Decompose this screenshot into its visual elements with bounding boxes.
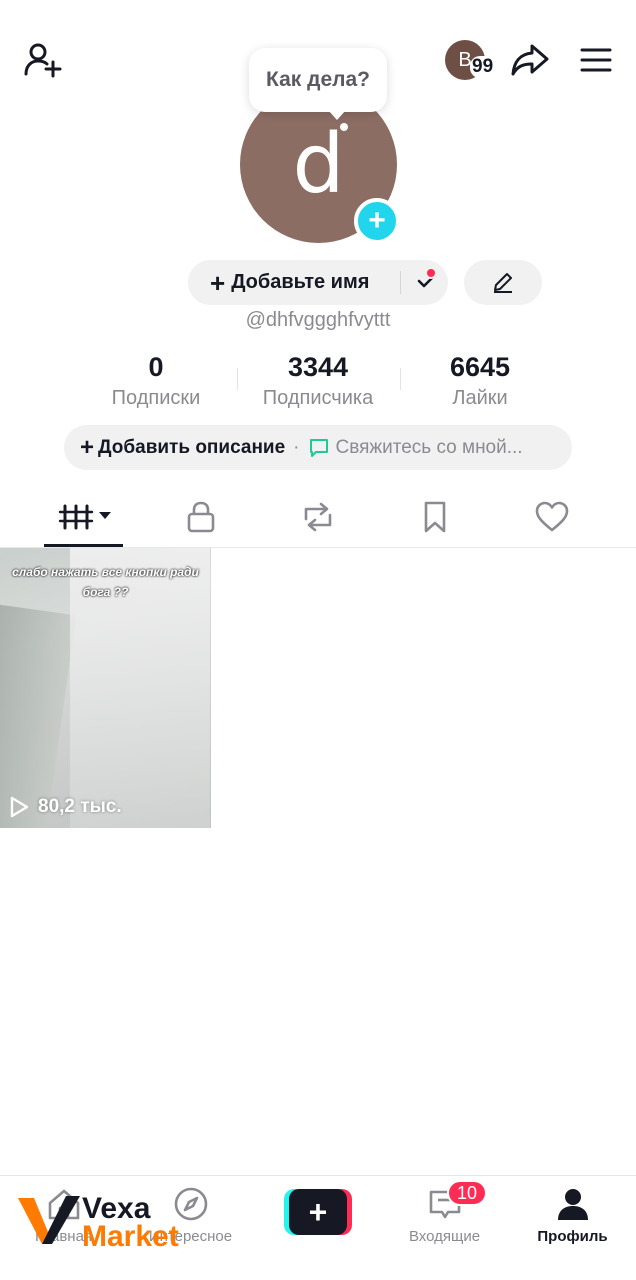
chat-bubble-icon <box>309 438 328 457</box>
lock-icon <box>187 501 215 533</box>
hamburger-menu-icon <box>580 48 612 72</box>
create-video-button[interactable]: + <box>284 1189 352 1235</box>
grid-icon <box>58 504 111 530</box>
stat-followers-label: Подписчика <box>262 387 374 409</box>
nav-inbox[interactable]: Входящие <box>381 1186 508 1245</box>
menu-button[interactable] <box>572 38 620 82</box>
add-name-label: Добавьте имя <box>231 271 370 293</box>
profile-tabs <box>0 488 636 548</box>
plus-icon: + <box>289 1189 347 1235</box>
story-count-badge: 99 <box>470 56 496 78</box>
nav-profile[interactable]: Профиль <box>509 1186 636 1245</box>
bio-row: + Добавить описание · Свяжитесь со мной.… <box>64 425 572 470</box>
add-story-button[interactable]: + <box>354 198 400 244</box>
video-caption: слабо нажать все кнопки ради бога ?? <box>12 565 199 599</box>
heart-icon <box>535 501 569 532</box>
stat-likes-value: 6645 <box>449 352 511 382</box>
nav-inbox-label: Входящие <box>408 1228 481 1245</box>
divider <box>400 271 401 294</box>
tab-liked[interactable] <box>522 488 582 546</box>
stat-followers[interactable]: 3344 Подписчика <box>238 352 398 410</box>
stat-likes[interactable]: 6645 Лайки <box>400 352 560 410</box>
add-name-button[interactable]: + Добавьте имя <box>188 260 448 305</box>
stat-following-label: Подписки <box>111 387 201 409</box>
play-icon <box>10 796 29 818</box>
video-views-count: 80,2 тыс. <box>38 796 122 817</box>
status-bubble-tail <box>328 110 346 120</box>
tab-reposts[interactable] <box>288 488 348 546</box>
video-views: 80,2 тыс. <box>8 796 122 818</box>
stat-likes-label: Лайки <box>452 387 508 409</box>
plus-icon: + <box>80 433 95 461</box>
status-bubble[interactable]: Как дела? <box>249 48 387 112</box>
status-bubble-dot <box>340 123 348 131</box>
share-profile-button[interactable] <box>506 38 554 82</box>
watermark-line2: Market <box>82 1220 179 1253</box>
watermark-logo: Vexa Market <box>16 1192 236 1253</box>
repost-icon <box>304 502 332 532</box>
tab-saved[interactable] <box>405 488 465 546</box>
video-thumbnail[interactable]: слабо нажать все кнопки ради бога ?? 80,… <box>0 548 211 828</box>
plus-icon: + <box>368 204 386 237</box>
stat-followers-value: 3344 <box>287 352 349 382</box>
tab-private[interactable] <box>171 488 231 546</box>
notification-dot <box>425 267 437 279</box>
username: @dhfvggghfvyttt <box>245 309 391 331</box>
bio-separator: · <box>293 436 300 458</box>
tab-videos[interactable] <box>53 488 117 546</box>
contact-me-button[interactable]: Свяжитесь со мной... <box>336 437 523 459</box>
nav-profile-label: Профиль <box>537 1228 608 1245</box>
active-tab-indicator <box>44 544 123 547</box>
stat-following-value: 0 <box>148 352 164 382</box>
pencil-icon <box>494 272 512 293</box>
share-arrow-icon <box>511 44 549 76</box>
inbox-badge: 10 <box>447 1180 488 1206</box>
logo-v-icon <box>18 1196 80 1244</box>
profile-icon <box>557 1189 588 1220</box>
bookmark-icon <box>424 501 446 533</box>
add-user-icon <box>24 43 62 78</box>
status-bubble-text: Как дела? <box>266 68 370 91</box>
stat-following[interactable]: 0 Подписки <box>76 352 236 410</box>
thumbnail-background <box>0 602 77 828</box>
edit-profile-button[interactable] <box>464 260 542 305</box>
profile-avatar-letter: d <box>292 117 345 212</box>
add-bio-button[interactable]: Добавить описание <box>98 437 285 459</box>
add-friend-button[interactable] <box>18 38 66 82</box>
plus-icon: + <box>210 267 226 298</box>
